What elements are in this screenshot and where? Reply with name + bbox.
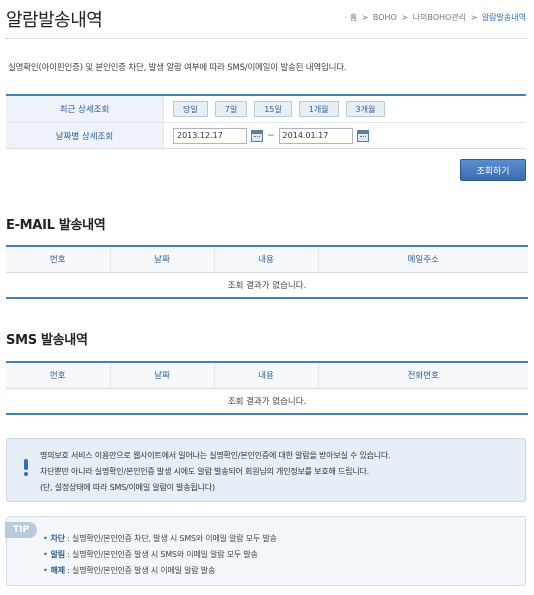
list-item: • 차단 : 실명확인/본인인증 차단, 발생 시 SMS와 이메일 알람 모두 … (43, 531, 277, 547)
sms-result-table: 번호 날짜 내용 전화번호 조회 결과가 없습니다. (6, 361, 528, 415)
column-header-content: 내용 (213, 361, 318, 389)
breadcrumb-home[interactable]: · 홈 (345, 13, 357, 22)
page-title: 알람발송내역 (6, 10, 103, 31)
tip-badge: TIP (5, 522, 37, 538)
empty-result-message: 조회 결과가 없습니다. (6, 272, 528, 299)
notice-box: 명의보호 서비스 이용만으로 웹사이트에서 일어나는 실명확인/본인인증에 대한… (6, 438, 526, 502)
column-header-email: 메일주소 (317, 245, 528, 273)
search-panel: 최근 상세조회 당일 7일 15일 1개월 3개월 날짜별 상세조회 ~ (6, 94, 526, 149)
date-range-separator: ~ (267, 130, 275, 141)
column-header-number: 번호 (6, 361, 110, 389)
column-header-content: 내용 (213, 245, 318, 273)
bullet-icon: • (43, 566, 48, 575)
tip-key: 해제 (50, 566, 66, 575)
tip-text: : 실명확인/본인인증 발생 시 SMS와 이메일 알람 모두 발송 (64, 550, 258, 559)
notice-line: (단, 설정상태에 따라 SMS/이메일 알람이 발송됩니다) (40, 483, 215, 492)
tip-text: : 실명확인/본인인증 차단, 발생 시 SMS와 이메일 알람 모두 발송 (64, 534, 277, 543)
tip-list: • 차단 : 실명확인/본인인증 차단, 발생 시 SMS와 이메일 알람 모두 … (43, 531, 277, 579)
sms-section-title: SMS 발송내역 (6, 333, 88, 348)
period-button-1month[interactable]: 1개월 (298, 101, 339, 117)
search-button[interactable]: 조회하기 (460, 159, 526, 181)
tip-key: 알림 (50, 550, 66, 559)
breadcrumb-separator: > (361, 13, 369, 22)
recent-search-row: 최근 상세조회 당일 7일 15일 1개월 3개월 (6, 96, 526, 122)
period-button-3months[interactable]: 3개월 (345, 101, 386, 117)
list-item: • 해제 : 실명확인/본인인증 발생 시 이메일 알람 발송 (43, 563, 277, 579)
calendar-icon[interactable] (356, 129, 369, 142)
date-search-row: 날짜별 상세조회 ~ (6, 122, 526, 148)
exclamation-icon (22, 459, 30, 477)
column-header-number: 번호 (6, 245, 110, 273)
intro-text: 실명확인(아이핀인증) 및 본인인증 차단, 발생 알람 여부에 따라 SMS/… (8, 63, 347, 73)
table-row: 조회 결과가 없습니다. (6, 272, 528, 299)
column-header-date: 날짜 (109, 245, 214, 273)
breadcrumb-separator: > (470, 13, 478, 22)
notice-text: 명의보호 서비스 이용만으로 웹사이트에서 일어나는 실명확인/본인인증에 대한… (40, 448, 391, 496)
breadcrumb-my-boho[interactable]: 나의BOHO관리 (413, 13, 466, 22)
calendar-icon[interactable] (251, 129, 263, 142)
empty-result-message: 조회 결과가 없습니다. (6, 388, 528, 415)
list-item: • 알림 : 실명확인/본인인증 발생 시 SMS와 이메일 알람 모두 발송 (43, 547, 277, 563)
bullet-icon: • (43, 550, 48, 559)
column-header-date: 날짜 (109, 361, 214, 389)
date-to-input[interactable] (278, 127, 353, 144)
period-button-group: 당일 7일 15일 1개월 3개월 (164, 101, 386, 117)
date-range: ~ (164, 127, 369, 144)
column-header-phone: 전화번호 (317, 361, 528, 389)
breadcrumb: · 홈 > BOHO > 나의BOHO관리 > 알람발송내역 (343, 12, 526, 23)
period-button-7days[interactable]: 7일 (214, 101, 248, 117)
email-result-table: 번호 날짜 내용 메일주소 조회 결과가 없습니다. (6, 245, 528, 299)
table-header-row: 번호 날짜 내용 메일주소 (6, 245, 528, 273)
recent-search-label: 최근 상세조회 (6, 96, 164, 122)
date-search-label: 날짜별 상세조회 (6, 123, 164, 148)
breadcrumb-separator: > (401, 13, 409, 22)
email-section-title: E-MAIL 발송내역 (6, 218, 106, 233)
bullet-icon: • (43, 534, 48, 543)
title-divider (6, 38, 528, 39)
date-from-input[interactable] (173, 127, 247, 144)
tip-text: : 실명확인/본인인증 발생 시 이메일 알람 발송 (64, 566, 216, 575)
breadcrumb-boho[interactable]: BOHO (373, 13, 397, 22)
tip-box: TIP • 차단 : 실명확인/본인인증 차단, 발생 시 SMS와 이메일 알람… (5, 516, 526, 586)
table-header-row: 번호 날짜 내용 전화번호 (6, 361, 528, 389)
breadcrumb-current: 알람발송내역 (481, 13, 526, 22)
period-button-today[interactable]: 당일 (173, 101, 208, 117)
tip-key: 차단 (50, 534, 66, 543)
notice-line: 차단뿐만 아니라 실명확인/본인인증 발생 시에도 알람 발송되어 회원님의 개… (40, 467, 369, 476)
notice-line: 명의보호 서비스 이용만으로 웹사이트에서 일어나는 실명확인/본인인증에 대한… (40, 451, 391, 460)
table-row: 조회 결과가 없습니다. (6, 388, 528, 415)
period-button-15days[interactable]: 15일 (254, 101, 292, 117)
